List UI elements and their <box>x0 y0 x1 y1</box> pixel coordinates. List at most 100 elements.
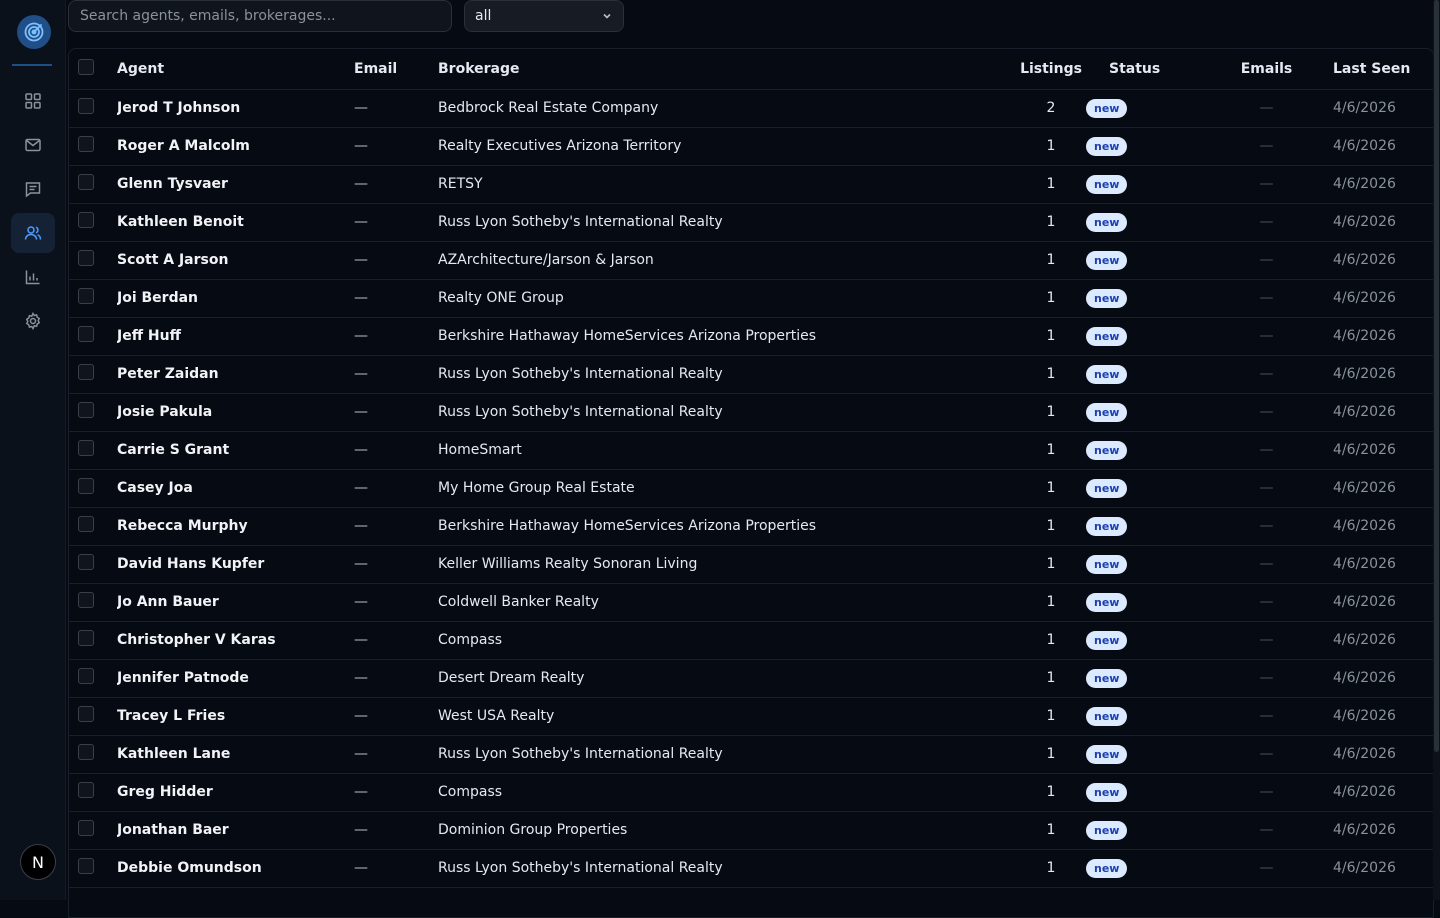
row-checkbox[interactable] <box>78 364 94 380</box>
row-checkbox[interactable] <box>78 630 94 646</box>
nav-mail[interactable] <box>11 125 55 165</box>
table-row[interactable]: Debbie Omundson — Russ Lyon Sotheby's Inte… <box>69 849 1433 888</box>
row-select-cell <box>69 241 117 280</box>
row-checkbox[interactable] <box>78 668 94 684</box>
agent-name[interactable]: Greg Hidder <box>117 773 354 812</box>
agent-name[interactable]: Kathleen Lane <box>117 735 354 774</box>
column-header-listings[interactable]: Listings <box>1016 49 1086 90</box>
table-row[interactable]: David Hans Kupfer — Keller Williams Realty… <box>69 545 1433 584</box>
row-checkbox[interactable] <box>78 744 94 760</box>
agent-name[interactable]: Jennifer Patnode <box>117 659 354 698</box>
row-select-cell <box>69 583 117 622</box>
agent-name[interactable]: Jonathan Baer <box>117 811 354 850</box>
listings-count: 1 <box>1016 203 1086 242</box>
last-seen: 4/6/2026 <box>1333 127 1433 166</box>
nav-dashboard[interactable] <box>11 81 55 121</box>
agent-email: — <box>354 355 438 394</box>
nav-analytics[interactable] <box>11 257 55 297</box>
agent-name[interactable]: Josie Pakula <box>117 393 354 432</box>
last-seen: 4/6/2026 <box>1333 621 1433 660</box>
agent-name[interactable]: Scott A Jarson <box>117 241 354 280</box>
row-checkbox[interactable] <box>78 554 94 570</box>
nav-settings[interactable] <box>11 301 55 341</box>
avatar[interactable]: N <box>20 844 56 880</box>
table-row[interactable]: Jeff Huff — Berkshire Hathaway HomeService… <box>69 317 1433 356</box>
row-checkbox[interactable] <box>78 250 94 266</box>
row-checkbox[interactable] <box>78 136 94 152</box>
row-checkbox[interactable] <box>78 402 94 418</box>
search-input[interactable] <box>68 0 452 32</box>
agent-name[interactable]: Tracey L Fries <box>117 697 354 736</box>
table-row[interactable]: Jo Ann Bauer — Coldwell Banker Realty 1 new —… <box>69 583 1433 622</box>
agent-name[interactable]: Joi Berdan <box>117 279 354 318</box>
agent-name[interactable]: Rebecca Murphy <box>117 507 354 546</box>
row-checkbox[interactable] <box>78 212 94 228</box>
table-row[interactable]: Kathleen Benoit — Russ Lyon Sotheby's Inte… <box>69 203 1433 242</box>
app-logo-icon[interactable] <box>17 15 51 49</box>
listings-count: 1 <box>1016 621 1086 660</box>
column-header-emails[interactable]: Emails <box>1200 49 1333 90</box>
table-row[interactable]: Casey Joa — My Home Group Real Estate 1 new —… <box>69 469 1433 508</box>
table-row[interactable]: Joi Berdan — Realty ONE Group 1 new —4/6/2026 <box>69 279 1433 318</box>
status-filter-value: all <box>475 8 492 24</box>
table-row[interactable]: Jonathan Baer — Dominion Group Properties 1… <box>69 811 1433 850</box>
row-checkbox[interactable] <box>78 440 94 456</box>
column-header-agent[interactable]: Agent <box>117 49 354 90</box>
table-row[interactable]: Carrie S Grant — HomeSmart 1 new —4/6/2026 <box>69 431 1433 470</box>
agent-email: — <box>354 279 438 318</box>
table-row[interactable]: Rebecca Murphy — Berkshire Hathaway HomeSe… <box>69 507 1433 546</box>
agent-name[interactable]: Carrie S Grant <box>117 431 354 470</box>
row-checkbox[interactable] <box>78 820 94 836</box>
agent-name[interactable]: Peter Zaidan <box>117 355 354 394</box>
column-header-status[interactable]: Status <box>1086 49 1200 90</box>
table-row[interactable]: Greg Hidder — Compass 1 new —4/6/2026 <box>69 773 1433 812</box>
column-header-email[interactable]: Email <box>354 49 438 90</box>
row-checkbox[interactable] <box>78 706 94 722</box>
table-row[interactable]: Kathleen Lane — Russ Lyon Sotheby's Intern… <box>69 735 1433 774</box>
agent-name[interactable]: Glenn Tysvaer <box>117 165 354 204</box>
table-row[interactable]: Jennifer Patnode — Desert Dream Realty 1 new… <box>69 659 1433 698</box>
agent-name[interactable]: Roger A Malcolm <box>117 127 354 166</box>
status-filter-select[interactable]: all <box>464 0 624 32</box>
row-checkbox[interactable] <box>78 288 94 304</box>
table-row[interactable]: Christopher V Karas — Compass 1 new —4/6/2026 <box>69 621 1433 660</box>
row-checkbox[interactable] <box>78 174 94 190</box>
agent-email: — <box>354 203 438 242</box>
row-checkbox[interactable] <box>78 592 94 608</box>
table-row[interactable]: Jerod T Johnson — Bedbrock Real Estate Com… <box>69 89 1433 128</box>
agent-name[interactable]: Jo Ann Bauer <box>117 583 354 622</box>
emails-count: — <box>1200 811 1333 850</box>
row-checkbox[interactable] <box>78 478 94 494</box>
agent-name[interactable]: Jeff Huff <box>117 317 354 356</box>
agent-brokerage: Bedbrock Real Estate Company <box>438 89 1016 128</box>
status-badge: new <box>1086 250 1128 270</box>
select-all-checkbox[interactable] <box>78 58 94 75</box>
table-row[interactable]: Tracey L Fries — West USA Realty 1 new —4/6/2… <box>69 697 1433 736</box>
table-row[interactable]: Josie Pakula — Russ Lyon Sotheby's Interna… <box>69 393 1433 432</box>
nav-messages[interactable] <box>11 169 55 209</box>
agent-name[interactable]: Jerod T Johnson <box>117 89 354 128</box>
scrollbar[interactable] <box>1433 0 1440 900</box>
agent-brokerage: Realty ONE Group <box>438 279 1016 318</box>
row-checkbox[interactable] <box>78 858 94 874</box>
agent-email: — <box>354 507 438 546</box>
nav-agents[interactable] <box>11 213 55 253</box>
row-checkbox[interactable] <box>78 326 94 342</box>
status-badge: new <box>1086 212 1128 232</box>
agent-name[interactable]: Debbie Omundson <box>117 849 354 888</box>
agent-name[interactable]: David Hans Kupfer <box>117 545 354 584</box>
table-row[interactable]: Scott A Jarson — AZArchitecture/Jarson & J… <box>69 241 1433 280</box>
table-row[interactable]: Peter Zaidan — Russ Lyon Sotheby's Interna… <box>69 355 1433 394</box>
row-checkbox[interactable] <box>78 516 94 532</box>
column-header-brokerage[interactable]: Brokerage <box>438 49 1016 90</box>
scrollbar-thumb[interactable] <box>1434 0 1439 752</box>
column-header-last-seen[interactable]: Last Seen <box>1333 49 1433 90</box>
status-badge: new <box>1086 326 1128 346</box>
agent-name[interactable]: Casey Joa <box>117 469 354 508</box>
row-checkbox[interactable] <box>78 782 94 798</box>
agent-name[interactable]: Kathleen Benoit <box>117 203 354 242</box>
agent-name[interactable]: Christopher V Karas <box>117 621 354 660</box>
table-row[interactable]: Roger A Malcolm — Realty Executives Arizon… <box>69 127 1433 166</box>
row-checkbox[interactable] <box>78 98 94 114</box>
table-row[interactable]: Glenn Tysvaer — RETSY 1 new —4/6/2026 <box>69 165 1433 204</box>
